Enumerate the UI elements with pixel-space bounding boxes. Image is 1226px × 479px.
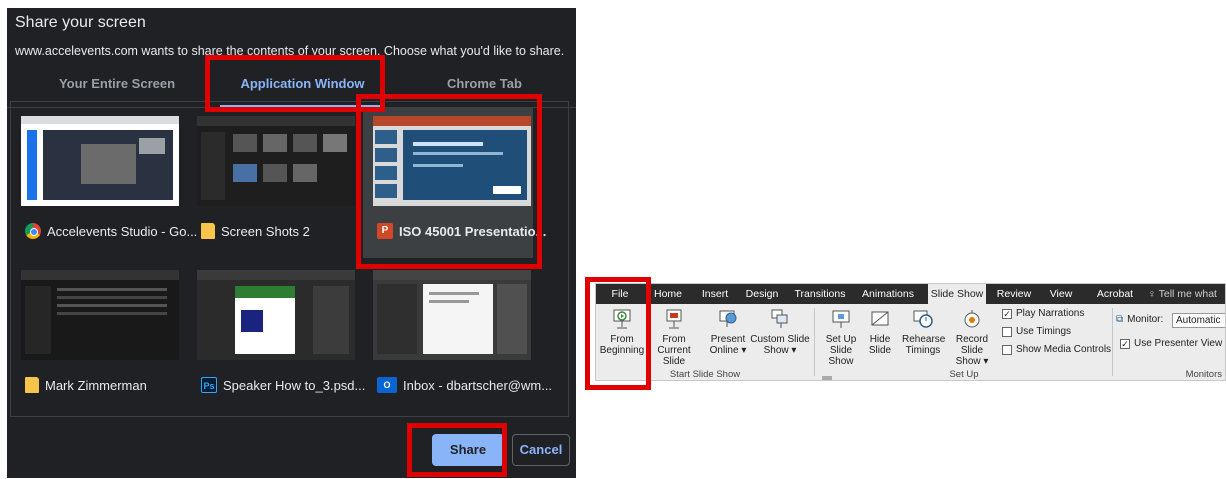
ribbon-tab-insert[interactable]: Insert (694, 284, 736, 304)
window-grid: Accelevents Studio - Go... Screen Shots … (10, 101, 569, 417)
photoshop-icon: Ps (201, 377, 217, 393)
checkbox-checked-icon: ✓ (1120, 338, 1130, 349)
ribbon-tab-file[interactable]: File (602, 284, 638, 304)
hide-slide-icon (869, 308, 891, 330)
window-thumbnail (373, 270, 531, 360)
window-thumbnail (373, 116, 531, 206)
group-label-monitors: Monitors (1185, 369, 1222, 380)
folder-icon (201, 223, 215, 239)
globe-icon (717, 308, 739, 330)
ribbon-tab-bar: File Home Insert Design Transitions Anim… (596, 284, 1225, 304)
window-label: Accelevents Studio - Go... (25, 223, 197, 239)
window-label: Ps Speaker How to_3.psd... (201, 377, 365, 393)
ribbon-tab-animations[interactable]: Animations (858, 284, 918, 304)
dialog-subtitle: www.accelevents.com wants to share the c… (15, 44, 565, 58)
show-media-controls-checkbox[interactable]: Show Media Controls (1002, 344, 1111, 355)
window-option-mark-zimmerman[interactable]: Mark Zimmerman (11, 262, 181, 412)
window-thumbnail (21, 116, 179, 206)
hide-slide-button[interactable]: Hide Slide (866, 308, 894, 356)
powerpoint-icon: P (377, 223, 393, 239)
window-thumbnail (197, 270, 355, 360)
ribbon-tab-design[interactable]: Design (740, 284, 784, 304)
checkbox-checked-icon: ✓ (1002, 308, 1012, 319)
group-separator (814, 308, 815, 376)
window-thumbnail (197, 116, 355, 206)
rehearse-timings-button[interactable]: Rehearse Timings (902, 308, 945, 356)
play-narrations-checkbox[interactable]: ✓ Play Narrations (1002, 308, 1084, 319)
group-label-set-up: Set Up (949, 369, 979, 380)
ribbon-body: From Beginning From Current Slide Presen… (596, 304, 1225, 380)
powerpoint-ribbon: File Home Insert Design Transitions Anim… (595, 283, 1226, 381)
ribbon-tab-home[interactable]: Home (646, 284, 690, 304)
group-label-start-slide-show: Start Slide Show (669, 369, 741, 380)
ribbon-collapse-handle[interactable] (822, 376, 832, 380)
folder-icon (25, 377, 39, 393)
monitor-selector: ⧉ Monitor: (1116, 314, 1164, 325)
tab-application-window-label: Application Window (240, 76, 365, 91)
monitor-icon: ⧉ (1116, 314, 1124, 325)
set-up-slide-show-button[interactable]: Set Up Slide Show (816, 308, 866, 367)
window-option-inbox[interactable]: O Inbox - dbartscher@wm... (363, 262, 552, 412)
custom-show-icon (769, 308, 791, 330)
group-separator (1112, 308, 1113, 376)
tell-me-search[interactable]: ♀ Tell me what (1148, 284, 1225, 304)
ribbon-tab-view[interactable]: View (1042, 284, 1080, 304)
from-current-slide-button[interactable]: From Current Slide (648, 308, 700, 367)
cancel-button[interactable]: Cancel (512, 434, 570, 466)
setup-show-icon (830, 308, 852, 330)
window-option-accelevents[interactable]: Accelevents Studio - Go... (11, 108, 197, 258)
ribbon-tab-review[interactable]: Review (994, 284, 1034, 304)
share-screen-dialog: Share your screen www.accelevents.com wa… (7, 8, 576, 478)
outlook-icon: O (377, 377, 397, 393)
slideshow-current-icon (663, 308, 685, 330)
record-slide-show-button[interactable]: Record Slide Show ▾ (944, 308, 1000, 367)
custom-slide-show-button[interactable]: Custom Slide Show ▾ (750, 308, 810, 356)
window-label: O Inbox - dbartscher@wm... (377, 377, 552, 393)
window-option-iso-presentation[interactable]: P ISO 45001 Presentatio... (363, 108, 546, 258)
checkbox-unchecked-icon (1002, 326, 1012, 337)
window-label: P ISO 45001 Presentatio... (377, 223, 546, 239)
checkbox-unchecked-icon (1002, 344, 1012, 355)
dialog-title: Share your screen (15, 14, 146, 31)
slideshow-start-icon (611, 308, 633, 330)
from-beginning-button[interactable]: From Beginning (599, 308, 645, 356)
use-presenter-view-checkbox[interactable]: ✓ Use Presenter View (1120, 338, 1222, 349)
ribbon-tab-acrobat[interactable]: Acrobat (1090, 284, 1140, 304)
window-label: Mark Zimmerman (25, 377, 147, 393)
present-online-button[interactable]: Present Online ▾ (706, 308, 750, 356)
monitor-dropdown[interactable]: Automatic (1172, 313, 1225, 328)
lightbulb-icon: ♀ (1148, 288, 1156, 300)
window-option-screen-shots[interactable]: Screen Shots 2 (187, 108, 357, 258)
window-label: Screen Shots 2 (201, 223, 310, 239)
ribbon-tab-slide-show[interactable]: Slide Show (928, 284, 986, 304)
window-thumbnail (21, 270, 179, 360)
share-button[interactable]: Share (432, 434, 504, 466)
window-option-speaker-psd[interactable]: Ps Speaker How to_3.psd... (187, 262, 365, 412)
rehearse-timings-icon (912, 308, 934, 330)
chrome-icon (25, 223, 41, 239)
record-icon (961, 308, 983, 330)
use-timings-checkbox[interactable]: Use Timings (1002, 326, 1071, 337)
ribbon-tab-transitions[interactable]: Transitions (790, 284, 850, 304)
